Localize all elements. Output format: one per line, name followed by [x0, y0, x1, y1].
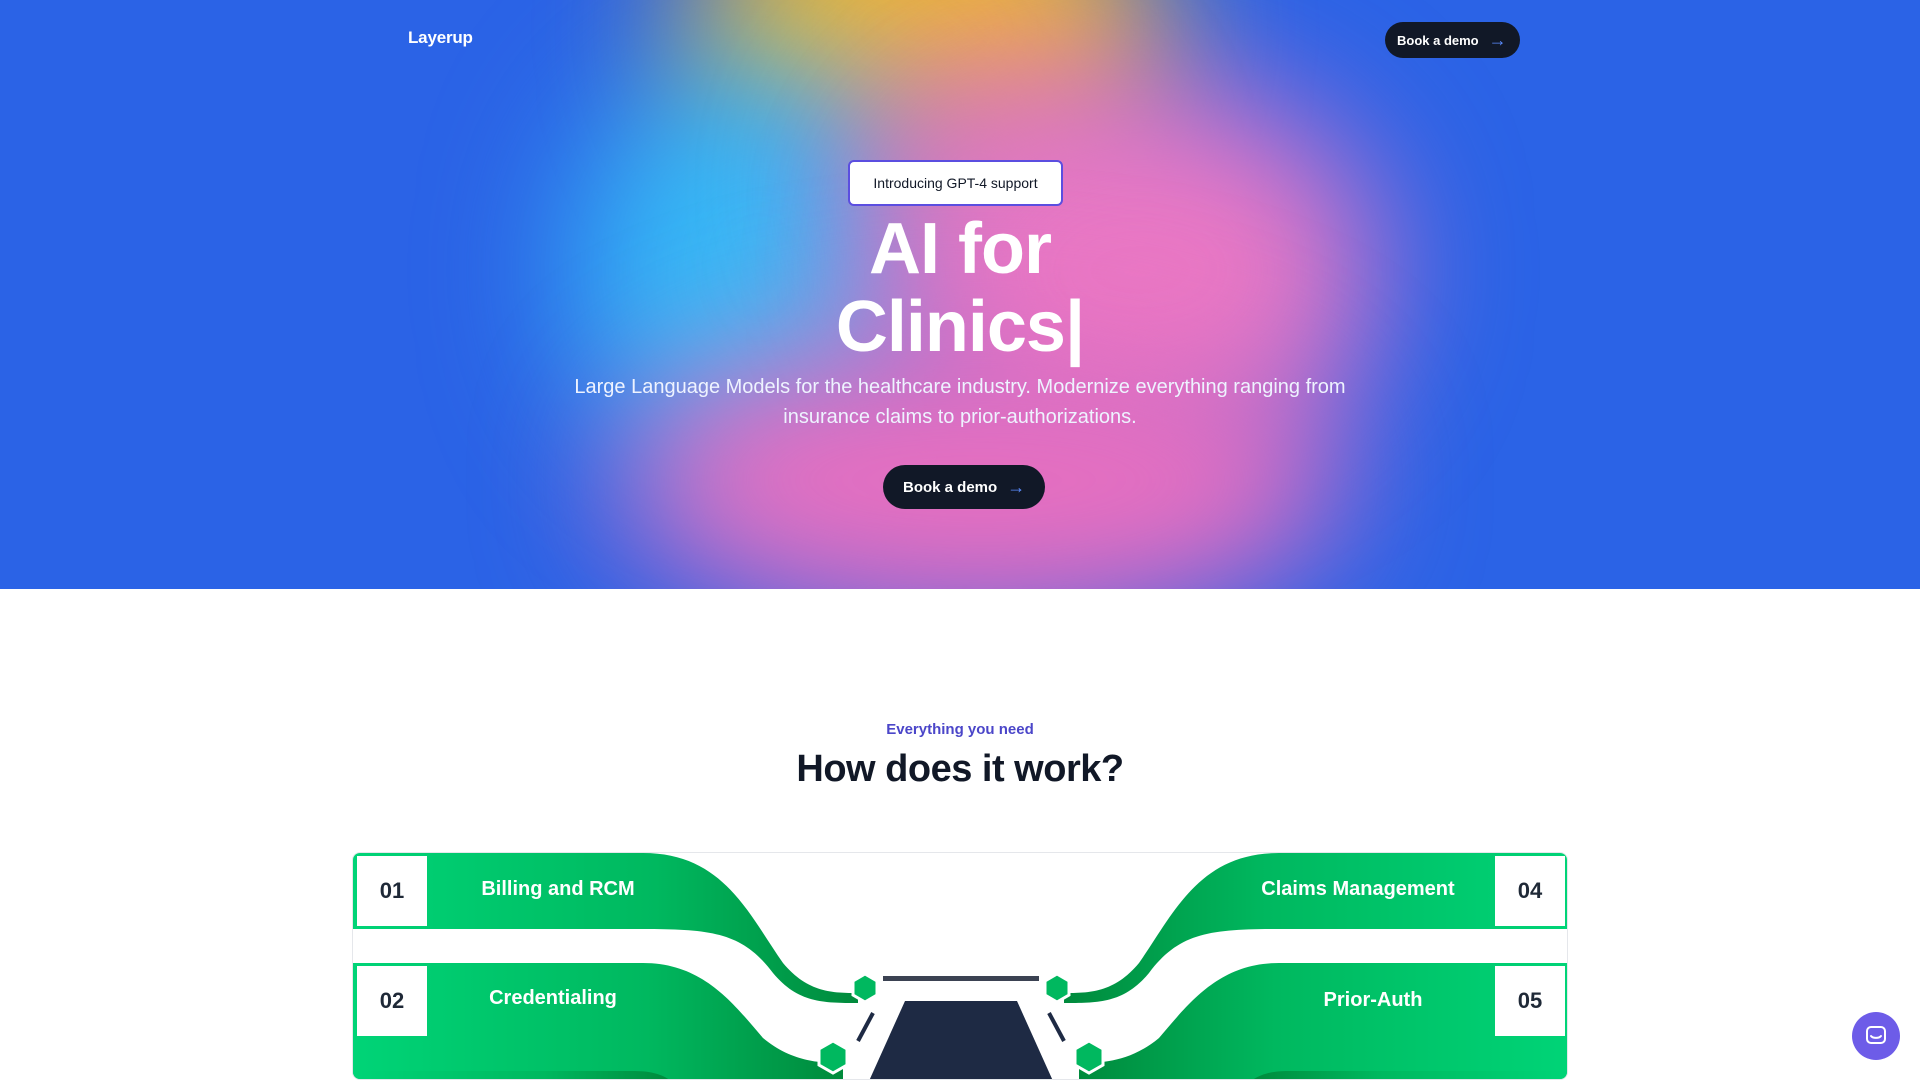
hero-headline-line1: AI for [869, 209, 1052, 289]
step-number-04: 04 [1495, 856, 1565, 926]
connector-right [1047, 1012, 1066, 1042]
processor-top-bar [883, 976, 1039, 981]
announcement-badge-label: Introducing GPT-4 support [873, 175, 1038, 191]
connector-left [856, 1012, 875, 1042]
hex-node-left-1 [851, 972, 879, 1004]
right-band-3 [1253, 1071, 1567, 1079]
step-number-02: 02 [357, 966, 427, 1036]
step-label-claims: Claims Management [1261, 878, 1455, 900]
hero-subtext: Large Language Models for the healthcare… [574, 376, 1346, 428]
arrow-right-icon: → [1488, 30, 1507, 50]
processor-body [869, 1001, 1053, 1079]
arrow-right-icon: → [1007, 477, 1026, 497]
hero-book-demo-label: Book a demo [903, 478, 998, 496]
step-label-prior-auth: Prior-Auth [1323, 989, 1423, 1011]
hex-node-right-1 [1043, 972, 1071, 1004]
step-number-05: 05 [1495, 966, 1565, 1036]
hex-node-right-2 [1073, 1039, 1105, 1075]
step-label-billing: Billing and RCM [481, 878, 635, 900]
step-number-01: 01 [357, 856, 427, 926]
section-title: How does it work? [796, 748, 1124, 790]
brand-logo[interactable]: Layerup [408, 28, 473, 48]
left-band-3 [353, 1071, 669, 1079]
hero-section: Layerup Book a demo → Introducing GPT-4 … [0, 0, 1920, 589]
hero-headline-line2: Clinics| [835, 287, 1085, 367]
workflow-diagram: 01 Billing and RCM 02 Credentialing 04 C… [352, 852, 1568, 1080]
nav-book-demo-label: Book a demo [1397, 32, 1479, 48]
step-label-credentialing: Credentialing [489, 987, 617, 1009]
hero-book-demo-button[interactable]: Book a demo → [883, 465, 1046, 509]
chat-launcher-button[interactable] [1852, 1012, 1900, 1060]
hero-headline: AI for Clinics| [0, 210, 1920, 366]
announcement-badge[interactable]: Introducing GPT-4 support [848, 160, 1063, 206]
hex-node-left-2 [817, 1039, 849, 1075]
section-eyebrow: Everything you need [886, 721, 1034, 738]
nav-book-demo-button[interactable]: Book a demo → [1385, 22, 1520, 58]
chat-icon [1866, 1026, 1886, 1044]
